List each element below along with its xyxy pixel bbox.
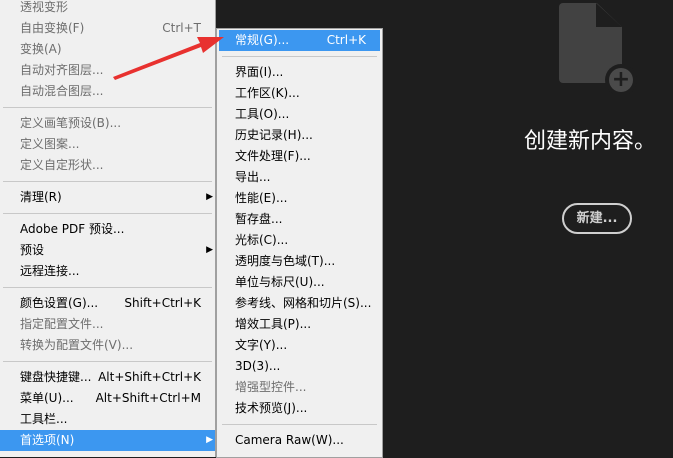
annotation-arrow-icon [113, 37, 224, 80]
